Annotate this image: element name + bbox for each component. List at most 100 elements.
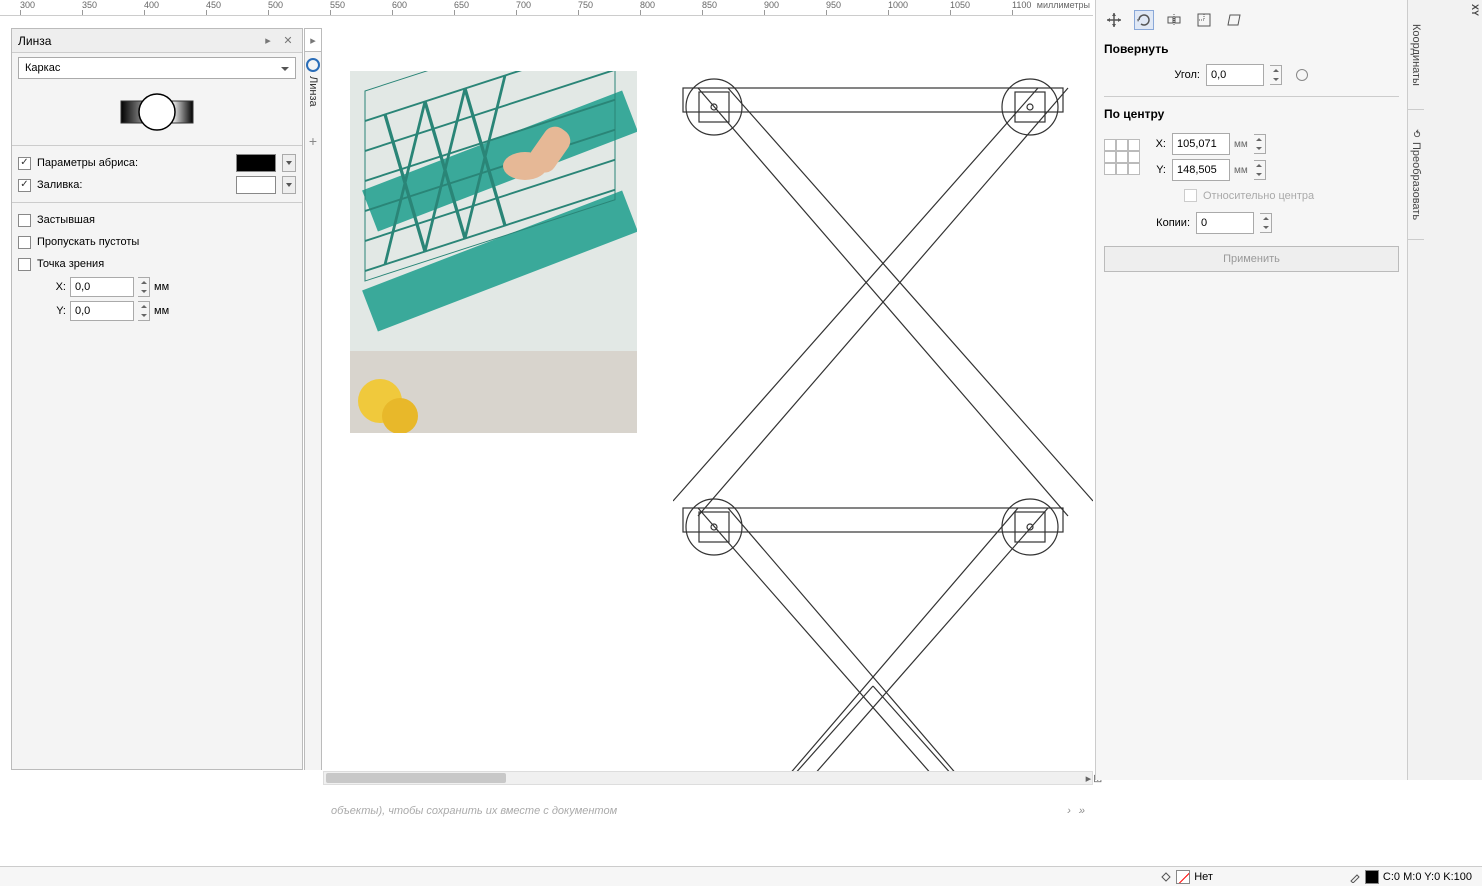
scrollbar-thumb[interactable] [326, 773, 506, 783]
viewpoint-row: Точка зрения [12, 253, 302, 275]
center-y-label: Y: [1146, 164, 1166, 176]
ruler-tick: 1050 [950, 0, 970, 10]
rotate-tab-icon[interactable] [1134, 10, 1154, 30]
status-bar: Нет C:0 M:0 Y:0 K:100 [0, 866, 1482, 886]
ruler-tick: 900 [764, 0, 779, 10]
viewpoint-checkbox[interactable] [18, 258, 31, 271]
right-docker-tabs: XY Координаты ⟲ Преобразовать [1407, 0, 1482, 780]
reference-photo[interactable] [350, 71, 637, 433]
hint-bar: объекты), чтобы сохранить их вместе с до… [323, 796, 1093, 826]
center-x-unit: мм [1234, 139, 1248, 150]
docker-titlebar: Линза ▸ ✕ [12, 29, 302, 53]
skip-empty-checkbox[interactable] [18, 236, 31, 249]
outline-color-swatch[interactable] [236, 154, 276, 172]
angle-label: Угол: [1144, 69, 1200, 81]
docker-collapse-button[interactable]: ▸ [260, 33, 276, 49]
docker-close-button[interactable]: ✕ [280, 33, 296, 49]
size-tab-icon[interactable] [1194, 10, 1214, 30]
ruler-tick: 1100 [1012, 0, 1031, 10]
transform-mode-tabs [1104, 6, 1399, 38]
ruler-tick: 1000 [888, 0, 908, 10]
ruler-tick: 300 [20, 0, 35, 10]
ruler-tick: 450 [206, 0, 221, 10]
fill-status[interactable]: Нет [1160, 870, 1213, 884]
outline-status[interactable]: C:0 M:0 Y:0 K:100 [1349, 870, 1472, 884]
copies-label: Копии: [1134, 217, 1190, 229]
docker-menu-button[interactable]: ▸ [304, 28, 322, 52]
hint-last-icon[interactable]: » [1079, 805, 1085, 817]
x-unit: мм [154, 281, 169, 293]
angle-input[interactable]: 0,0 [1206, 64, 1264, 86]
viewpoint-x-row: X: 0,0 мм [12, 275, 302, 299]
ruler-unit-label: миллиметры [1037, 0, 1090, 10]
outline-checkbox[interactable] [18, 157, 31, 170]
lens-type-dropdown[interactable]: Каркас [18, 57, 296, 79]
transform-docker: Повернуть Угол: 0,0 По центру X: 105,071… [1095, 0, 1407, 780]
scale-mirror-tab-icon[interactable] [1164, 10, 1184, 30]
center-section-title: По центру [1104, 107, 1399, 121]
docker-title: Линза [18, 34, 256, 48]
frozen-checkbox[interactable] [18, 214, 31, 227]
center-y-spinner[interactable] [1254, 160, 1266, 180]
viewpoint-y-input[interactable]: 0,0 [70, 301, 134, 321]
relative-center-checkbox[interactable] [1184, 189, 1197, 202]
fill-none-swatch [1176, 870, 1190, 884]
copies-input[interactable]: 0 [1196, 212, 1254, 234]
coordinates-tab[interactable]: XY Координаты [1408, 0, 1424, 110]
position-tab-icon[interactable] [1104, 10, 1124, 30]
lens-tab[interactable]: Линза [304, 52, 322, 770]
ruler-tick: 600 [392, 0, 407, 10]
skip-empty-row: Пропускать пустоты [12, 231, 302, 253]
outline-label: Параметры абриса: [37, 157, 138, 169]
skip-empty-label: Пропускать пустоты [37, 236, 139, 248]
copies-spinner[interactable] [1260, 213, 1272, 233]
viewpoint-y-spinner[interactable] [138, 301, 150, 321]
fill-row: Заливка: [12, 174, 302, 196]
anchor-grid[interactable] [1104, 139, 1140, 175]
lens-docker: Линза ▸ ✕ Каркас Параметры абриса: Залив… [11, 28, 303, 770]
y-label: Y: [52, 305, 66, 317]
angle-spinner[interactable] [1270, 65, 1282, 85]
viewpoint-label: Точка зрения [37, 258, 104, 270]
y-unit: мм [154, 305, 169, 317]
ruler-tick: 700 [516, 0, 531, 10]
skew-tab-icon[interactable] [1224, 10, 1244, 30]
fill-color-swatch[interactable] [236, 176, 276, 194]
outline-swatch [1365, 870, 1379, 884]
viewpoint-x-input[interactable]: 0,0 [70, 277, 134, 297]
hint-text: объекты), чтобы сохранить их вместе с до… [331, 805, 617, 817]
canvas-scrollbar-horizontal[interactable] [323, 771, 1093, 785]
outline-cmyk-label: C:0 M:0 Y:0 K:100 [1383, 871, 1472, 883]
apply-button[interactable]: Применить [1104, 246, 1399, 272]
viewpoint-x-spinner[interactable] [138, 277, 150, 297]
ruler-tick: 550 [330, 0, 345, 10]
fill-label: Заливка: [37, 179, 82, 191]
center-y-unit: мм [1234, 165, 1248, 176]
relative-center-label: Относительно центра [1203, 190, 1314, 202]
fill-color-dropdown[interactable] [282, 176, 296, 194]
outline-color-dropdown[interactable] [282, 154, 296, 172]
ruler-tick: 350 [82, 0, 97, 10]
lens-preview [117, 89, 197, 135]
angle-direction-icon[interactable] [1296, 69, 1308, 81]
technical-drawing[interactable] [673, 76, 1093, 776]
ruler-tick: 650 [454, 0, 469, 10]
fill-checkbox[interactable] [18, 179, 31, 192]
hint-next-icon[interactable]: › [1067, 805, 1071, 817]
center-x-spinner[interactable] [1254, 134, 1266, 154]
x-label: X: [52, 281, 66, 293]
frozen-row: Застывшая [12, 209, 302, 231]
ruler-tick: 400 [144, 0, 159, 10]
add-docker-button[interactable]: + [304, 132, 322, 150]
scroll-right-icon[interactable]: ▸ [1086, 772, 1092, 785]
center-x-label: X: [1146, 138, 1166, 150]
coordinates-abbr: XY [1470, 4, 1480, 16]
transform-tab[interactable]: ⟲ Преобразовать [1408, 110, 1424, 240]
ruler-tick: 800 [640, 0, 655, 10]
ruler-horizontal[interactable]: миллиметры 30035040045050055060065070075… [0, 0, 1093, 16]
center-x-input[interactable]: 105,071 [1172, 133, 1230, 155]
canvas[interactable]: ▸ ⊞ [323, 16, 1093, 771]
ruler-tick: 500 [268, 0, 283, 10]
center-y-input[interactable]: 148,505 [1172, 159, 1230, 181]
pen-icon [1349, 871, 1361, 883]
